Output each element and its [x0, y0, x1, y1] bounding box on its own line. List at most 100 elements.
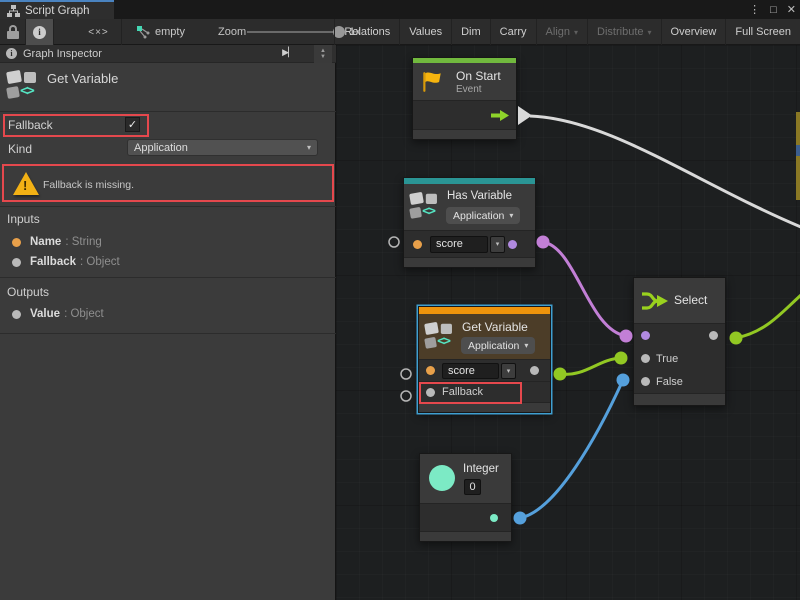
- outputs-title: Outputs: [7, 285, 49, 299]
- wire-endpoint[interactable]: [554, 368, 567, 381]
- unconnected-port-ring[interactable]: [401, 391, 411, 401]
- object-port-icon: [12, 258, 21, 267]
- node-integer[interactable]: Integer 0: [419, 453, 512, 542]
- window-menu-icon[interactable]: ⋮: [749, 3, 760, 16]
- chevron-down-icon: ▾: [507, 367, 511, 375]
- selection-output-port[interactable]: [709, 331, 718, 340]
- integer-value-field[interactable]: 0: [464, 479, 481, 495]
- relations-button[interactable]: Relations: [334, 19, 399, 45]
- chevron-down-icon: ▾: [648, 28, 652, 37]
- true-port-label: True: [656, 353, 678, 365]
- carry-button[interactable]: Carry: [490, 19, 536, 45]
- node-has-variable[interactable]: <> Has Variable Application ▾ score ▾: [403, 177, 536, 268]
- script-graph-window: Script Graph ⋮ □ ✕ i <×>: [0, 0, 800, 600]
- node-title: Has Variable: [447, 190, 512, 202]
- dock-icon[interactable]: ▶▏: [282, 47, 294, 58]
- empty-graph-icon: [136, 25, 150, 39]
- lock-button[interactable]: [0, 19, 26, 45]
- false-port-label: False: [656, 376, 683, 388]
- node-select[interactable]: Select True False: [633, 277, 726, 406]
- true-input-port[interactable]: [641, 354, 650, 363]
- overview-button[interactable]: Overview: [661, 19, 726, 45]
- tab-script-graph[interactable]: Script Graph: [0, 0, 114, 19]
- name-input-port[interactable]: [426, 366, 435, 375]
- condition-input-port[interactable]: [641, 331, 650, 340]
- info-icon: i: [6, 48, 17, 59]
- flag-icon: [420, 70, 444, 94]
- value-output-port[interactable]: [530, 366, 539, 375]
- kind-label: Kind: [8, 142, 32, 156]
- chevron-down-icon: ▾: [307, 143, 311, 152]
- node-title: Select: [674, 293, 707, 307]
- bool-output-port[interactable]: [508, 240, 517, 249]
- output-row-value: Value : Object: [0, 305, 336, 323]
- empty-label: empty: [155, 26, 185, 38]
- variable-icon: <>: [410, 191, 442, 223]
- offscreen-node-sliver: [796, 145, 800, 156]
- full-screen-button[interactable]: Full Screen: [725, 19, 800, 45]
- event-flow-port[interactable]: [491, 109, 509, 122]
- wire-getvariable-true: [560, 358, 621, 374]
- node-title: On Start: [456, 69, 501, 83]
- inputs-title: Inputs: [7, 212, 40, 226]
- align-button: Align▾: [536, 19, 587, 45]
- kind-dropdown[interactable]: Application ▾: [127, 139, 318, 156]
- variable-icon: <>: [425, 321, 457, 353]
- variable-name-field[interactable]: score: [442, 363, 499, 379]
- wire-endpoint[interactable]: [537, 236, 550, 249]
- node-on-start[interactable]: On Start Event: [412, 57, 517, 140]
- values-button[interactable]: Values: [399, 19, 451, 45]
- integer-output-port[interactable]: [490, 514, 498, 522]
- node-title: Get Variable: [462, 320, 528, 334]
- wire-endpoint[interactable]: [617, 374, 630, 387]
- wire-select-output: [736, 295, 800, 338]
- false-input-port[interactable]: [641, 377, 650, 386]
- variable-name-field[interactable]: score: [430, 236, 488, 253]
- integer-icon: [429, 465, 455, 491]
- graph-breadcrumb: empty: [136, 19, 185, 45]
- graph-icon: [7, 5, 20, 17]
- node-subtitle: Event: [456, 84, 482, 95]
- chevron-down-icon: ▾: [509, 211, 513, 220]
- info-icon: i: [33, 26, 46, 39]
- zoom-slider[interactable]: [247, 31, 344, 33]
- fallback-port-highlight-box: [419, 382, 522, 404]
- name-input-port[interactable]: [413, 240, 422, 249]
- inspector-toggle-button[interactable]: i: [26, 19, 54, 45]
- code-view-button[interactable]: <×>: [76, 19, 122, 45]
- scope-dropdown[interactable]: Application ▾: [446, 207, 520, 224]
- wire-endpoint[interactable]: [615, 352, 628, 365]
- unit-title: Get Variable: [47, 71, 118, 86]
- graph-canvas[interactable]: On Start Event <> Has Variable Applicat: [336, 45, 800, 600]
- distribute-button: Distribute▾: [587, 19, 660, 45]
- variable-name-dropdown[interactable]: ▾: [501, 363, 516, 379]
- flow-connector-triangle[interactable]: [518, 106, 532, 125]
- wire-hasvariable-select: [543, 242, 626, 336]
- wire-endpoint[interactable]: [730, 332, 743, 345]
- wire-endpoint[interactable]: [620, 330, 633, 343]
- zoom-label: Zoom: [218, 26, 246, 38]
- lock-icon: [7, 25, 19, 39]
- chevron-down-icon: ▾: [524, 341, 528, 350]
- maximize-icon[interactable]: □: [770, 4, 777, 16]
- scroll-down-icon[interactable]: ▼: [320, 54, 326, 60]
- scope-dropdown[interactable]: Application ▾: [461, 337, 535, 354]
- tab-label: Script Graph: [25, 5, 90, 17]
- warning-highlight-box: ! Fallback is missing.: [2, 164, 334, 202]
- fallback-highlight-box: [3, 114, 149, 137]
- chevron-down-icon: ▾: [496, 240, 500, 248]
- wire-layer: [336, 45, 800, 600]
- variable-icon: <>: [7, 69, 41, 103]
- unconnected-port-ring[interactable]: [401, 369, 411, 379]
- variable-name-dropdown[interactable]: ▾: [490, 236, 505, 253]
- string-port-icon: [12, 238, 21, 247]
- chevron-down-icon: ▾: [574, 28, 578, 37]
- unconnected-port-ring[interactable]: [389, 237, 399, 247]
- object-port-icon: [12, 310, 21, 319]
- dim-button[interactable]: Dim: [451, 19, 490, 45]
- wire-endpoint[interactable]: [514, 512, 527, 525]
- close-icon[interactable]: ✕: [787, 3, 796, 16]
- inspector-title: Graph Inspector: [23, 48, 102, 60]
- wire-onstart-flow: [530, 116, 800, 227]
- inspector-header: i Graph Inspector ▶▏ ▲ ▼: [0, 45, 336, 63]
